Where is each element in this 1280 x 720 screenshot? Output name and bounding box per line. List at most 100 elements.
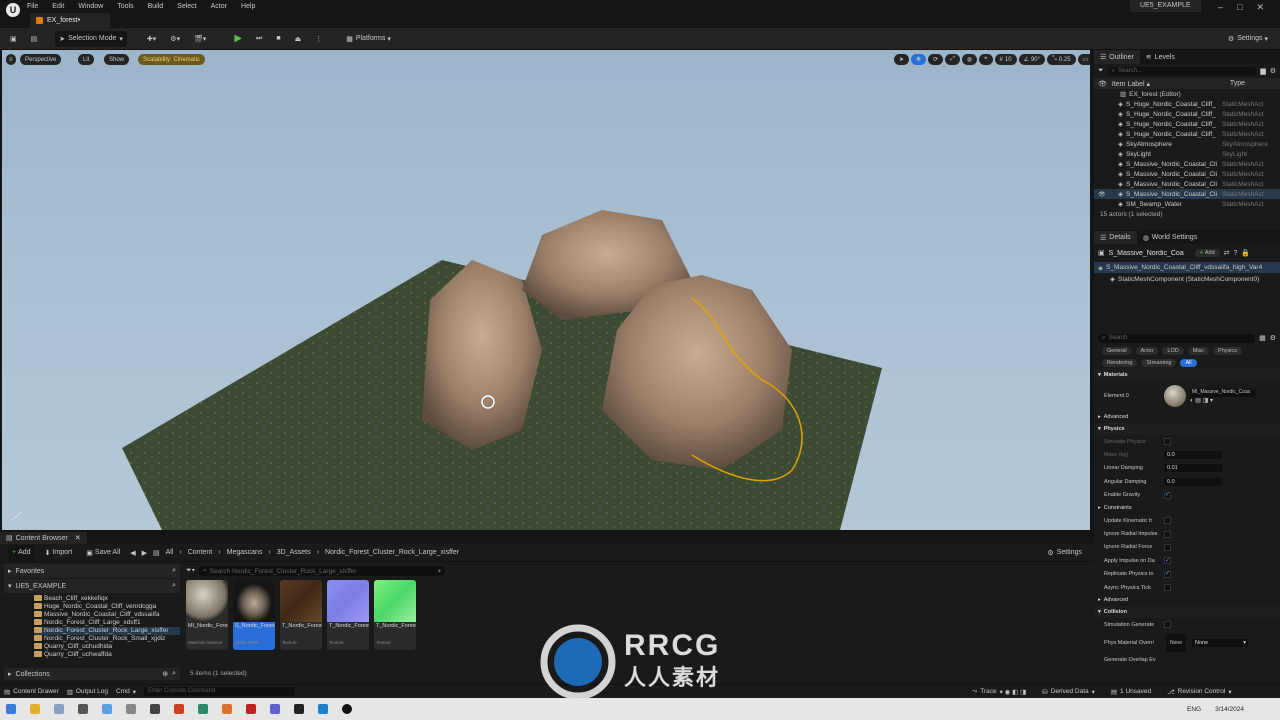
rotate-tool-icon[interactable]: ⟳ bbox=[928, 54, 944, 65]
unreal-taskbar-icon[interactable] bbox=[342, 704, 352, 714]
filter-general[interactable]: General bbox=[1102, 347, 1132, 355]
app-icon[interactable] bbox=[54, 704, 64, 714]
property-checkbox[interactable] bbox=[1164, 621, 1171, 629]
close-tab-icon[interactable]: ✕ bbox=[75, 534, 81, 542]
app-icon[interactable] bbox=[246, 704, 256, 714]
blueprint-icon[interactable]: ⇄ bbox=[1224, 249, 1230, 257]
viewport-menu-button[interactable]: ≡ bbox=[6, 54, 16, 65]
outliner-row[interactable]: ◈ S_Huge_Nordic_Coastal_Cliff_ StaticMeshA… bbox=[1094, 119, 1280, 129]
clock-date[interactable]: 3/14/2024 bbox=[1215, 706, 1244, 713]
constraints-row[interactable]: ▸ Constraints bbox=[1094, 502, 1280, 514]
settings-button[interactable]: ⚙ Settings ▾ bbox=[1224, 31, 1272, 47]
property-checkbox[interactable]: ✓ bbox=[1164, 491, 1171, 499]
app-icon[interactable] bbox=[222, 704, 232, 714]
folder-item[interactable]: Quarry_Cliff_uchwaffda bbox=[34, 651, 180, 659]
outliner-row[interactable]: 👁 ◈ S_Massive_Nordic_Coastal_Cli StaticMesh… bbox=[1094, 189, 1280, 199]
folder-item[interactable]: Nordic_Forest_Cluster_Rock_Large_xisffer bbox=[34, 627, 180, 635]
filter-all[interactable]: All bbox=[1180, 359, 1197, 367]
property-checkbox[interactable]: ✓ bbox=[1164, 570, 1171, 578]
more-options-icon[interactable]: ⋮ bbox=[311, 31, 326, 47]
outliner-row[interactable]: ◈ S_Massive_Nordic_Coastal_Cli StaticMeshA… bbox=[1094, 159, 1280, 169]
level-viewport[interactable]: ≡ Perspective Lit Show Scalability: Cine… bbox=[2, 50, 1090, 530]
folder-item[interactable]: Massive_Nordic_Coastal_Cliff_vdssaiifa bbox=[34, 611, 180, 619]
start-icon[interactable] bbox=[6, 704, 16, 714]
outliner-row[interactable]: ◈ SM_Swamp_Water StaticMeshAct bbox=[1094, 199, 1280, 209]
app-icon[interactable] bbox=[318, 704, 328, 714]
collision-section[interactable]: ▾ Collision bbox=[1094, 606, 1280, 619]
breadcrumb-current[interactable]: Nordic_Forest_Cluster_Rock_Large_xisffer bbox=[325, 549, 459, 556]
folder-item[interactable]: Beach_Cliff_xekkefiqx bbox=[34, 595, 180, 603]
app-icon[interactable] bbox=[174, 704, 184, 714]
outliner-root[interactable]: ▥ EX_forest (Editor) bbox=[1094, 89, 1280, 99]
outliner-row[interactable]: ◈ SkyAtmosphere SkyAtmosphere bbox=[1094, 139, 1280, 149]
phys-material-thumb[interactable]: None bbox=[1166, 633, 1186, 652]
step-icon[interactable]: ⏭ bbox=[252, 31, 266, 47]
gear-icon[interactable]: ⚙ bbox=[1270, 67, 1276, 75]
property-number-field[interactable]: 0.0 bbox=[1164, 477, 1222, 486]
filter-actor[interactable]: Actor bbox=[1135, 347, 1159, 355]
menu-file[interactable]: File bbox=[26, 1, 39, 12]
help-icon[interactable]: ? bbox=[1234, 250, 1238, 257]
lock-icon[interactable]: 🔒 bbox=[1241, 249, 1250, 257]
tab-content-browser[interactable]: ▤ Content Browser ✕ bbox=[0, 532, 87, 544]
select-tool-icon[interactable]: ➤ bbox=[894, 54, 910, 65]
materials-section[interactable]: ▾ Materials bbox=[1094, 369, 1280, 381]
outliner-row[interactable]: ◈ S_Huge_Nordic_Coastal_Cliff_ StaticMeshA… bbox=[1094, 129, 1280, 139]
minimize-button[interactable]: – bbox=[1218, 2, 1223, 12]
folder-add-icon[interactable]: ▆ bbox=[1260, 67, 1265, 75]
move-tool-icon[interactable]: ✥ bbox=[911, 54, 927, 65]
history-forward-icon[interactable]: ▶ bbox=[142, 549, 147, 557]
app-icon[interactable] bbox=[78, 704, 88, 714]
app-icon[interactable] bbox=[30, 704, 40, 714]
project-row[interactable]: ▾ UE5_EXAMPLE ⌕ bbox=[4, 579, 180, 593]
tab-world-settings[interactable]: ◍ World Settings bbox=[1137, 234, 1204, 242]
phys-material-dropdown[interactable]: None ▾ bbox=[1192, 638, 1248, 647]
outliner-row[interactable]: ◈ S_Huge_Nordic_Coastal_Cliff_ StaticMeshA… bbox=[1094, 99, 1280, 109]
save-icon[interactable]: ▣ bbox=[6, 31, 21, 47]
folder-item[interactable]: Huge_Nordic_Coastal_Cliff_venrdcgga bbox=[34, 603, 180, 611]
filter-lod[interactable]: LOD bbox=[1162, 347, 1184, 355]
folder-item[interactable]: Nordic_Forest_Cliff_Large_xdsff1 bbox=[34, 619, 180, 627]
console-input[interactable]: Enter Console Command bbox=[144, 687, 295, 696]
physics-section[interactable]: ▾ Physics bbox=[1094, 423, 1280, 435]
asset-tile[interactable]: T_Nordic_Forest_Clust... Texture bbox=[280, 580, 322, 650]
outliner-row[interactable]: ◈ S_Huge_Nordic_Coastal_Cliff_ StaticMeshA… bbox=[1094, 109, 1280, 119]
col-item-label[interactable]: Item Label ▴ bbox=[1112, 80, 1230, 88]
outliner-row[interactable]: ◈ S_Massive_Nordic_Coastal_Cli StaticMeshA… bbox=[1094, 179, 1280, 189]
filter-misc[interactable]: Misc bbox=[1187, 347, 1210, 355]
cmd-button[interactable]: Cmd ▾ bbox=[116, 688, 136, 696]
advanced-row-2[interactable]: ▸ Advanced bbox=[1094, 594, 1280, 606]
breadcrumb-content[interactable]: Content bbox=[188, 549, 213, 556]
unsaved-button[interactable]: ▤ 1 Unsaved bbox=[1111, 688, 1151, 696]
derived-data-button[interactable]: ⛁ Derived Data ▾ bbox=[1042, 688, 1095, 696]
component-child[interactable]: ◈ StaticMeshComponent (StaticMeshCompone… bbox=[1094, 273, 1280, 285]
filter-rendering[interactable]: Rendering bbox=[1102, 359, 1138, 367]
revision-control-button[interactable]: ⎇ Revision Control ▾ bbox=[1167, 688, 1231, 696]
cb-settings-button[interactable]: ⚙ Settings bbox=[1043, 545, 1086, 561]
app-icon[interactable] bbox=[294, 704, 304, 714]
trace-button[interactable]: ⤳ Trace ▾ ◉ ◧ ◨ bbox=[972, 688, 1026, 696]
outliner-row[interactable]: ◈ S_Massive_Nordic_Coastal_Cli StaticMeshA… bbox=[1094, 169, 1280, 179]
asset-tile[interactable]: T_Nordic_Forest_Clust... Texture bbox=[327, 580, 369, 650]
scale-snap-button[interactable]: ⤡ 0.25 bbox=[1047, 54, 1076, 65]
browse-icon[interactable]: ▤ bbox=[27, 31, 42, 47]
outliner-search-input[interactable]: ⌕ Search... bbox=[1107, 66, 1257, 76]
breadcrumb-all[interactable]: All bbox=[166, 549, 174, 556]
app-icon[interactable] bbox=[198, 704, 208, 714]
menu-window[interactable]: Window bbox=[77, 1, 104, 12]
menu-help[interactable]: Help bbox=[240, 1, 256, 12]
col-type[interactable]: Type bbox=[1230, 80, 1245, 87]
asset-tile[interactable]: T_Nordic_ForestClust... Texture bbox=[374, 580, 416, 650]
lit-button[interactable]: Lit bbox=[78, 54, 95, 65]
add-button[interactable]: + Add bbox=[8, 544, 35, 561]
cinematics-icon[interactable]: 🎬▾ bbox=[190, 31, 210, 47]
app-icon[interactable] bbox=[102, 704, 112, 714]
app-icon[interactable] bbox=[126, 704, 136, 714]
property-checkbox[interactable]: ✓ bbox=[1164, 557, 1171, 565]
app-icon[interactable] bbox=[270, 704, 280, 714]
save-all-button[interactable]: ▣ Save All bbox=[82, 545, 124, 561]
gear-icon[interactable]: ⚙ bbox=[1270, 334, 1276, 342]
property-checkbox[interactable] bbox=[1164, 517, 1171, 525]
stop-icon[interactable]: ■ bbox=[272, 31, 284, 47]
tab-levels[interactable]: ≋ Levels bbox=[1140, 53, 1181, 62]
